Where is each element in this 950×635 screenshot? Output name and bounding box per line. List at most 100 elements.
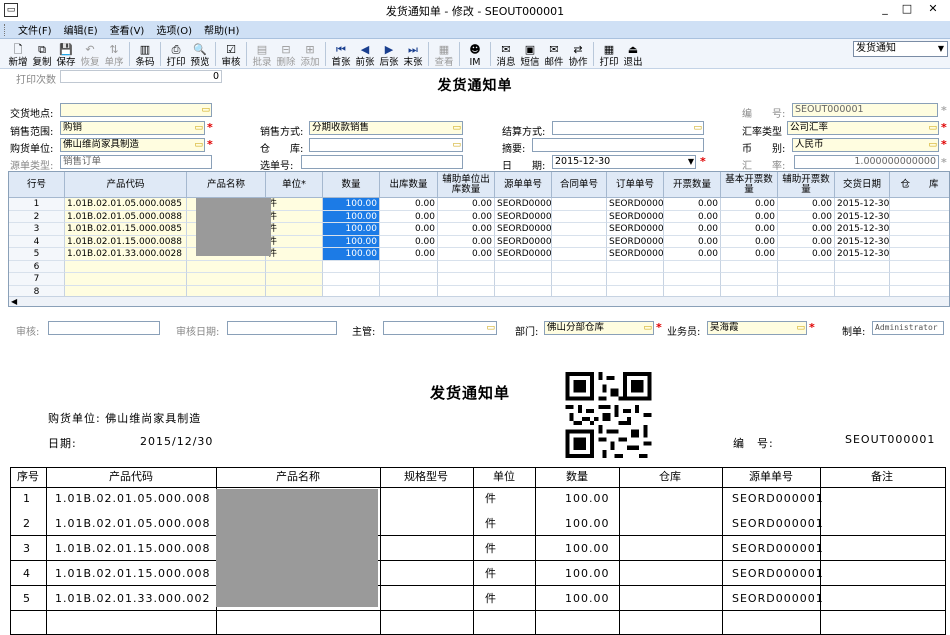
grid-cell[interactable]: [890, 223, 949, 236]
grid-cell[interactable]: [187, 273, 266, 286]
sales-scope-input[interactable]: 购销 ▭: [60, 121, 205, 135]
grid-cell[interactable]: SEORD000001: [495, 248, 552, 261]
toolbar-button-print2[interactable]: ▦ 打印: [597, 43, 621, 68]
grid-cell[interactable]: [552, 248, 607, 261]
toolbar-button-sort[interactable]: ⇅ 单序: [102, 43, 126, 68]
grid-cell[interactable]: 4: [9, 235, 65, 248]
grid-header[interactable]: 仓 库: [890, 172, 949, 198]
auditor-input[interactable]: [48, 321, 160, 335]
grid-cell[interactable]: 件: [266, 235, 323, 248]
toolbar-button-copy[interactable]: ⧉ 复制: [30, 43, 54, 68]
grid-cell[interactable]: 件: [266, 248, 323, 261]
grid-cell[interactable]: [266, 273, 323, 286]
grid-cell[interactable]: 100.00: [323, 210, 380, 223]
grid-cell[interactable]: [607, 260, 664, 273]
grid-header[interactable]: 源单单号: [495, 172, 552, 198]
grid-cell[interactable]: 1.01B.02.01.05.000.0088: [65, 210, 187, 223]
grid-cell[interactable]: 100.00: [323, 198, 380, 211]
grid-cell[interactable]: 2015-12-30: [835, 223, 890, 236]
grid-cell[interactable]: 2015-12-30: [835, 235, 890, 248]
bill-type-select[interactable]: 发货通知 ▼: [853, 41, 948, 57]
toolbar-button-prev[interactable]: ◀ 前张: [353, 43, 377, 68]
toolbar-button-save[interactable]: 💾 保存: [54, 43, 78, 68]
lookup-icon[interactable]: ▭: [452, 122, 461, 134]
menu-help[interactable]: 帮助(H): [198, 22, 245, 37]
grid-cell[interactable]: 0.00: [721, 248, 778, 261]
grid-cell[interactable]: 5: [9, 248, 65, 261]
toolbar-button-print[interactable]: ⎙ 打印: [164, 43, 188, 68]
grid-cell[interactable]: 0.00: [664, 248, 721, 261]
grid-cell[interactable]: [552, 260, 607, 273]
toolbar-button-barcode[interactable]: ▥ 条码: [133, 43, 157, 68]
menu-file[interactable]: 文件(F): [12, 22, 58, 37]
grid-cell[interactable]: [835, 273, 890, 286]
grid-header[interactable]: 开票数量: [664, 172, 721, 198]
grid-cell[interactable]: SEORD000001: [495, 198, 552, 211]
grid-cell[interactable]: [664, 260, 721, 273]
grid-cell[interactable]: 0.00: [721, 210, 778, 223]
customer-input[interactable]: 佛山维尚家具制造 ▭: [60, 138, 205, 152]
lookup-icon[interactable]: ▭: [194, 122, 203, 134]
grid-cell[interactable]: 0.00: [721, 198, 778, 211]
detail-grid[interactable]: 行号 产品代码 产品名称 单位* 数量 出库数量 辅助单位出库数量 源单单号 合同单号 订单单号开…: [8, 171, 950, 307]
grid-cell[interactable]: 0.00: [380, 198, 438, 211]
grid-cell[interactable]: SEORD000001: [495, 210, 552, 223]
grid-cell[interactable]: 0.00: [721, 223, 778, 236]
scroll-left-icon[interactable]: ◀: [9, 296, 949, 306]
menu-view[interactable]: 查看(V): [104, 22, 151, 37]
salesman-input[interactable]: 吴海霞 ▭: [707, 321, 807, 335]
manager-input[interactable]: ▭: [383, 321, 497, 335]
grid-cell[interactable]: [438, 260, 495, 273]
grid-cell[interactable]: [552, 198, 607, 211]
grid-cell[interactable]: [890, 236, 949, 248]
bill-no-input[interactable]: SEOUT000001: [792, 103, 938, 117]
toolbar-button-add[interactable]: ⊞ 添加: [298, 43, 322, 68]
grid-cell[interactable]: [835, 260, 890, 273]
grid-header[interactable]: 交货日期: [835, 172, 890, 198]
grid-cell[interactable]: 2: [9, 210, 65, 223]
grid-cell[interactable]: 100.00: [323, 223, 380, 236]
grid-cell[interactable]: [607, 273, 664, 286]
toolbar-button-preview[interactable]: 🔍 预览: [188, 43, 212, 68]
toolbar-button-message[interactable]: ✉ 消息: [494, 43, 518, 68]
toolbar-button-audit[interactable]: ☑ 审核: [219, 43, 243, 68]
menu-options[interactable]: 选项(O): [150, 22, 198, 37]
grid-cell[interactable]: [65, 260, 187, 273]
grid-cell[interactable]: [552, 273, 607, 286]
grid-cell[interactable]: [380, 273, 438, 286]
grid-cell[interactable]: [266, 260, 323, 273]
grid-header[interactable]: 订单单号: [607, 172, 664, 198]
grid-cell[interactable]: 1.01B.02.01.33.000.0028: [65, 248, 187, 261]
minimize-button[interactable]: _: [874, 2, 896, 15]
sales-method-input[interactable]: 分期收款销售 ▭: [309, 121, 463, 135]
lookup-icon[interactable]: ▭: [928, 122, 937, 134]
currency-input[interactable]: 人民币 ▭: [792, 138, 939, 152]
grid-cell[interactable]: SEORD000001: [495, 235, 552, 248]
grid-cell[interactable]: 2015-12-30: [835, 248, 890, 261]
toolbar-button-new[interactable]: 🗋 新增: [6, 43, 30, 68]
grid-cell[interactable]: 100.00: [323, 235, 380, 248]
grid-cell[interactable]: 0.00: [438, 235, 495, 248]
date-input[interactable]: 2015-12-30 ▼: [552, 155, 696, 169]
grid-cell[interactable]: 0.00: [664, 210, 721, 223]
grid-cell[interactable]: SEORD000001: [607, 223, 664, 236]
grid-cell[interactable]: [664, 273, 721, 286]
grid-cell[interactable]: 1.01B.02.01.05.000.0085: [65, 198, 187, 211]
lookup-icon[interactable]: ▭: [201, 104, 210, 116]
grid-cell[interactable]: 0.00: [438, 210, 495, 223]
toolbar-button-next[interactable]: ▶ 后张: [377, 43, 401, 68]
grid-cell[interactable]: SEORD000001: [607, 235, 664, 248]
grid-header[interactable]: 数量: [323, 172, 380, 198]
lookup-icon[interactable]: ▭: [928, 139, 937, 151]
grid-header[interactable]: 合同单号: [552, 172, 607, 198]
grid-cell[interactable]: 0.00: [664, 223, 721, 236]
toolbar-button-first[interactable]: ⏮ 首张: [329, 43, 353, 68]
grid-header[interactable]: 出库数量: [380, 172, 438, 198]
grid-cell[interactable]: [778, 273, 835, 286]
grid-cell[interactable]: 2015-12-30: [835, 198, 890, 211]
grid-cell[interactable]: [438, 273, 495, 286]
grid-cell[interactable]: 0.00: [778, 235, 835, 248]
toolbar-button-mail[interactable]: ✉ 邮件: [542, 43, 566, 68]
toolbar-button-sms[interactable]: ▣ 短信: [518, 43, 542, 68]
summary-input[interactable]: [532, 138, 704, 152]
